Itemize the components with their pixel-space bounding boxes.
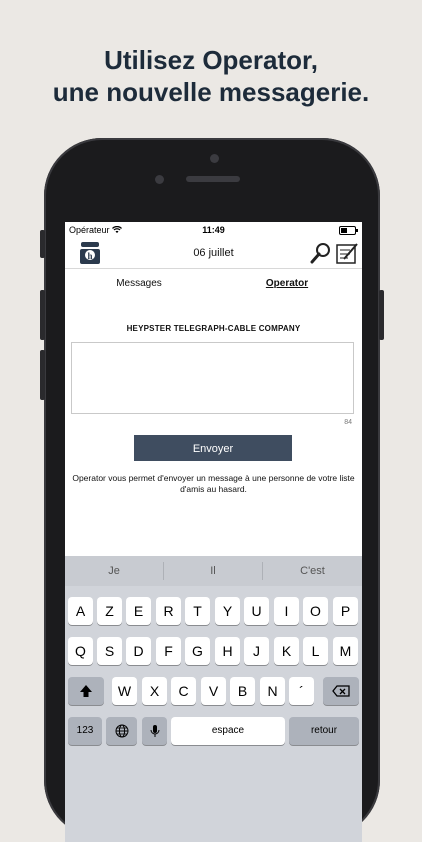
suggestion-3[interactable]: C'est (263, 556, 362, 586)
key[interactable]: G (185, 637, 210, 665)
key[interactable]: I (274, 597, 299, 625)
message-input[interactable] (71, 342, 354, 414)
char-counter: 84 (344, 419, 352, 426)
proximity-sensor (155, 175, 164, 184)
front-camera (210, 154, 219, 163)
globe-key[interactable] (106, 717, 137, 745)
key[interactable]: K (274, 637, 299, 665)
key[interactable]: M (333, 637, 358, 665)
magnifier-icon[interactable] (308, 240, 334, 266)
key[interactable]: B (230, 677, 255, 705)
key[interactable]: C (171, 677, 196, 705)
shift-arrow-icon (80, 685, 92, 697)
status-bar: Opérateur 11:49 (65, 222, 362, 238)
suggestion-bar: Je Il C'est (65, 556, 362, 586)
backspace-icon (332, 685, 350, 697)
delete-key[interactable] (323, 677, 359, 705)
shift-key[interactable] (68, 677, 104, 705)
space-key[interactable]: espace (171, 717, 285, 745)
numbers-key[interactable]: 123 (68, 717, 102, 745)
key[interactable]: N (260, 677, 285, 705)
phone-frame: Opérateur 11:49 h 06 juillet Messages Op… (40, 138, 384, 842)
key[interactable]: U (244, 597, 269, 625)
key[interactable]: R (156, 597, 181, 625)
clock: 11:49 (202, 225, 225, 235)
key[interactable]: V (201, 677, 226, 705)
power-button (379, 290, 384, 340)
headline-line-2: une nouvelle messagerie. (52, 77, 370, 107)
earpiece-speaker (186, 176, 240, 182)
key[interactable]: T (185, 597, 210, 625)
key[interactable]: ´ (289, 677, 314, 705)
key[interactable]: L (303, 637, 328, 665)
suggestion-1[interactable]: Je (65, 556, 163, 586)
send-button[interactable]: Envoyer (134, 435, 292, 461)
key[interactable]: P (333, 597, 358, 625)
headline: Utilisez Operator, une nouvelle messager… (0, 44, 422, 108)
key[interactable]: D (126, 637, 151, 665)
tab-messages[interactable]: Messages (65, 278, 213, 289)
key[interactable]: J (244, 637, 269, 665)
headline-line-1: Utilisez Operator, (104, 45, 318, 75)
key[interactable]: Y (215, 597, 240, 625)
key[interactable]: A (68, 597, 93, 625)
keyboard: Je Il C'est A Z E R T Y U I O P Q S D F … (65, 556, 362, 842)
dictation-key[interactable] (142, 717, 167, 745)
key[interactable]: E (126, 597, 151, 625)
compose-icon[interactable] (334, 240, 360, 266)
key[interactable]: S (97, 637, 122, 665)
microphone-icon (150, 725, 159, 737)
volume-down-button (40, 350, 45, 400)
app-screen: Opérateur 11:49 h 06 juillet Messages Op… (65, 222, 362, 842)
key[interactable]: O (303, 597, 328, 625)
info-text: Operator vous permet d'envoyer un messag… (72, 473, 355, 494)
suggestion-2[interactable]: Il (164, 556, 262, 586)
battery-icon (339, 226, 358, 235)
tab-operator[interactable]: Operator (213, 278, 361, 289)
key[interactable]: Z (97, 597, 122, 625)
key[interactable]: X (142, 677, 167, 705)
company-title: HEYPSTER TELEGRAPH-CABLE COMPANY (126, 324, 301, 333)
key[interactable]: F (156, 637, 181, 665)
volume-up-button (40, 290, 45, 340)
key[interactable]: H (215, 637, 240, 665)
key[interactable]: Q (68, 637, 93, 665)
mute-switch (40, 230, 45, 258)
key[interactable]: W (112, 677, 137, 705)
tab-bar: Messages Operator (65, 278, 362, 298)
globe-icon (115, 724, 128, 738)
return-key[interactable]: retour (289, 717, 359, 745)
nav-bar: h 06 juillet (65, 238, 362, 269)
